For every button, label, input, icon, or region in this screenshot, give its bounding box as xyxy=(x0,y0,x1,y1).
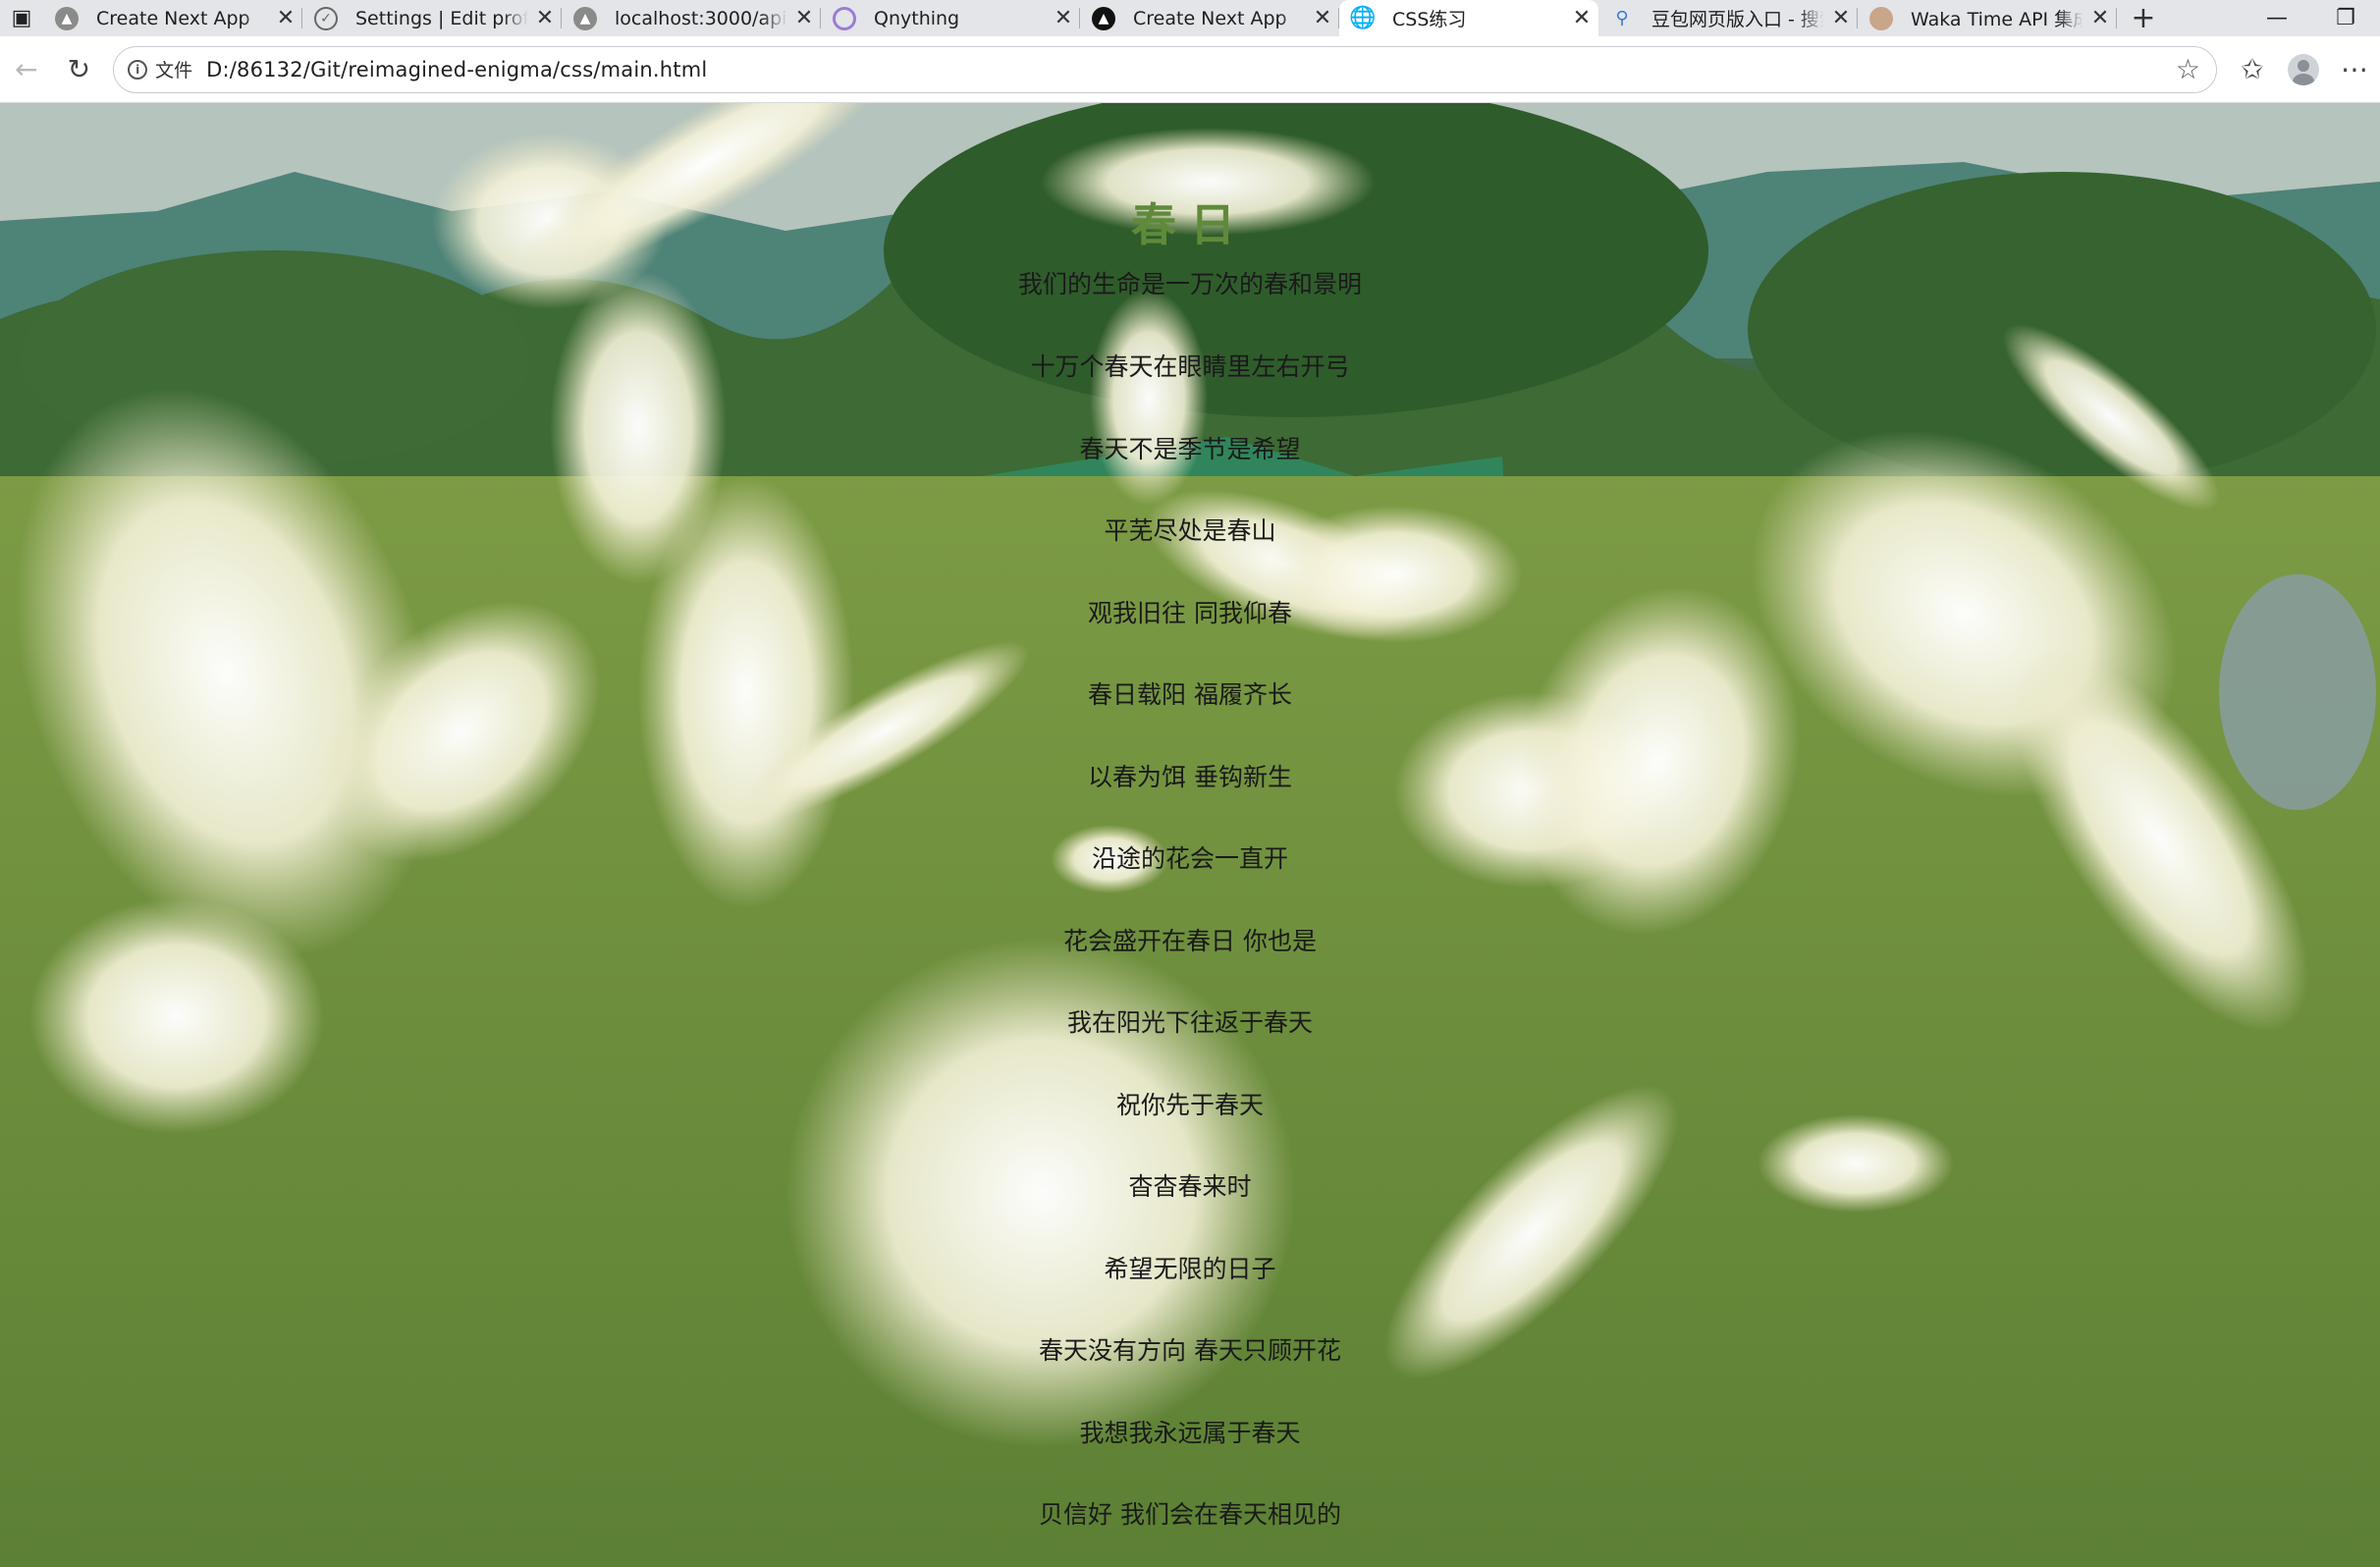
page-viewport: 春日 我们的生命是一万次的春和景明 十万个春天在眼睛里左右开弓 春天不是季节是希… xyxy=(0,103,2380,1567)
window-controls: — ❐ xyxy=(2243,0,2380,36)
page-title: 春日 xyxy=(1131,198,1249,251)
tab-title: Create Next App xyxy=(96,7,250,29)
tab-strip: ▣ ▲ Create Next App ✕ ✓ Settings | Edit … xyxy=(0,0,2380,36)
close-icon[interactable]: ✕ xyxy=(787,6,821,30)
tab-title: CSS练习 xyxy=(1392,9,1467,30)
tab-5-active[interactable]: 🌐 CSS练习 ✕ xyxy=(1339,0,1598,36)
info-icon: i xyxy=(128,59,148,80)
bookmark-star-icon[interactable]: ☆ xyxy=(2176,53,2206,85)
reload-icon[interactable]: ↻ xyxy=(53,43,106,96)
next-icon: ▲ xyxy=(573,6,597,30)
tab-actions-icon[interactable]: ▣ xyxy=(0,0,43,36)
next-icon: ▲ xyxy=(55,6,79,30)
search-icon: ⚲ xyxy=(1615,8,1629,28)
tab-2[interactable]: ▲ localhost:3000/api/wa ✕ xyxy=(562,0,821,36)
poem-line: 十万个春天在眼睛里左右开弓 xyxy=(1030,352,1350,381)
tab-3[interactable]: Qnything ✕ xyxy=(821,0,1080,36)
tab-title: 豆包网页版入口 - 搜索 xyxy=(1651,9,1824,30)
close-icon[interactable]: ✕ xyxy=(1565,6,1598,30)
poem-line: 祝你先于春天 xyxy=(1115,1091,1264,1119)
poem-line: 以春为饵 垂钩新生 xyxy=(1088,763,1292,791)
tab-6[interactable]: ⚲ 豆包网页版入口 - 搜索 ✕ xyxy=(1598,0,1858,36)
toolbar-right: ✩ ⋯ xyxy=(2227,43,2380,96)
globe-icon: 🌐 xyxy=(1349,6,1377,30)
new-tab-button[interactable]: + xyxy=(2117,0,2170,36)
tab-title: localhost:3000/api/wa xyxy=(615,7,787,29)
close-icon[interactable]: ✕ xyxy=(1047,6,1080,30)
close-icon[interactable]: ✕ xyxy=(2083,6,2117,30)
close-icon[interactable]: ✕ xyxy=(528,6,562,30)
poem-line: 沿途的花会一直开 xyxy=(1091,844,1288,873)
poem-line: 贝信好 我们会在春天相见的 xyxy=(1039,1500,1341,1529)
browser-window: ▣ ▲ Create Next App ✕ ✓ Settings | Edit … xyxy=(0,0,2380,1567)
tab-title: Qnything xyxy=(874,7,960,29)
back-icon[interactable]: ← xyxy=(0,43,53,96)
poem-line: 观我旧往 同我仰春 xyxy=(1088,599,1292,627)
vercel-icon: ▲ xyxy=(1092,6,1115,30)
tab-1[interactable]: ✓ Settings | Edit profile ✕ xyxy=(302,0,562,36)
address-bar[interactable]: i 文件 D:/86132/Git/reimagined-enigma/css/… xyxy=(113,45,2217,93)
tab-7[interactable]: Waka Time API 集成 ✕ xyxy=(1858,0,2117,36)
poem-line: 我在阳光下往返于春天 xyxy=(1066,1008,1313,1037)
poem-line: 平芜尽处是春山 xyxy=(1104,516,1276,545)
restore-icon[interactable]: ❐ xyxy=(2311,6,2380,30)
avatar-icon xyxy=(1869,6,1893,30)
site-info-button[interactable]: i 文件 xyxy=(128,56,206,82)
poem-line: 春天不是季节是希望 xyxy=(1079,435,1301,463)
poem-line: 杳杳春来时 xyxy=(1128,1172,1252,1201)
site-info-label: 文件 xyxy=(155,60,193,81)
minimize-icon[interactable]: — xyxy=(2243,6,2311,30)
close-icon[interactable]: ✕ xyxy=(1824,6,1858,30)
poem-line: 春天没有方向 春天只顾开花 xyxy=(1039,1336,1341,1365)
poem-line: 我们的生命是一万次的春和景明 xyxy=(1017,270,1362,298)
close-icon[interactable]: ✕ xyxy=(269,6,302,30)
poem-line: 花会盛开在春日 你也是 xyxy=(1063,927,1317,955)
more-menu-icon[interactable]: ⋯ xyxy=(2329,43,2380,96)
tab-4[interactable]: ▲ Create Next App ✕ xyxy=(1080,0,1339,36)
close-icon[interactable]: ✕ xyxy=(1306,6,1339,30)
tab-title: Waka Time API 集成 xyxy=(1911,9,2083,30)
tab-title: Settings | Edit profile xyxy=(355,7,528,29)
qnything-icon xyxy=(833,6,856,30)
poem-line: 希望无限的日子 xyxy=(1104,1255,1276,1283)
url-text[interactable]: D:/86132/Git/reimagined-enigma/css/main.… xyxy=(206,58,2176,81)
avatar xyxy=(2287,53,2319,85)
tab-title: Create Next App xyxy=(1133,7,1287,29)
favorites-icon[interactable]: ✩ xyxy=(2227,43,2278,96)
profile-button[interactable] xyxy=(2278,43,2329,96)
poem-line: 我想我永远属于春天 xyxy=(1079,1419,1301,1447)
tab-0[interactable]: ▲ Create Next App ✕ xyxy=(43,0,302,36)
check-circle-icon: ✓ xyxy=(314,6,338,30)
browser-toolbar: ← ↻ i 文件 D:/86132/Git/reimagined-enigma/… xyxy=(0,36,2380,103)
poem-line: 春日载阳 福履齐长 xyxy=(1088,680,1292,709)
